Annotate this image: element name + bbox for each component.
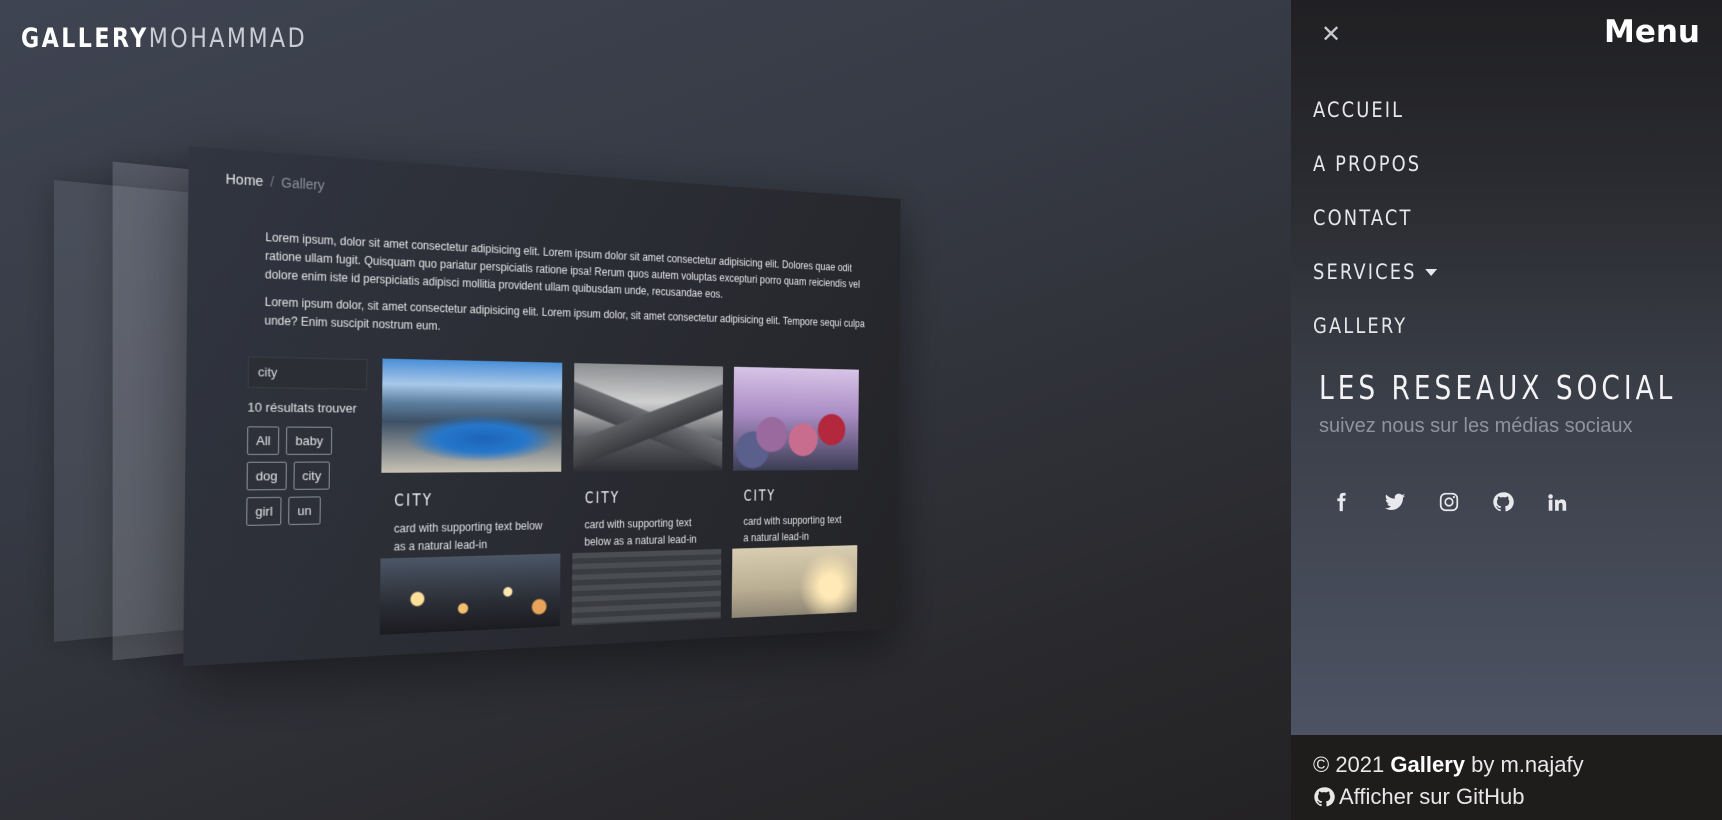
nav-item-contact[interactable]: CONTACT — [1313, 191, 1437, 245]
gallery-card[interactable]: CITY card with supporting text a natural… — [732, 366, 859, 547]
breadcrumb-current: Gallery — [281, 174, 325, 193]
footer: © 2021 Gallery by m.najafy Afficher sur … — [1291, 735, 1722, 820]
breadcrumb-separator: / — [270, 173, 275, 190]
close-icon[interactable]: ✕ — [1319, 22, 1343, 46]
card-image-matterhorn-mountain[interactable] — [573, 363, 724, 472]
nav-item-label: A PROPOS — [1313, 152, 1422, 176]
card-text: card with supporting text a natural lead… — [743, 513, 842, 545]
breadcrumb-home[interactable]: Home — [225, 171, 263, 189]
copyright-text: © 2021 — [1313, 752, 1385, 777]
nav-item-gallery[interactable]: GALLERY — [1313, 299, 1437, 353]
tag-dog[interactable]: dog — [246, 461, 287, 491]
tag-all[interactable]: All — [246, 426, 280, 455]
results-count: 10 résultats trouver — [247, 399, 357, 416]
facebook-icon[interactable] — [1329, 490, 1353, 514]
nav-item-label: GALLERY — [1313, 314, 1408, 338]
card-title: CITY — [394, 491, 434, 511]
card-image-stone-stairs-biker[interactable] — [571, 548, 722, 626]
filter-panel: city 10 résultats trouver All baby dog c… — [246, 356, 370, 526]
twitter-icon[interactable] — [1383, 490, 1407, 514]
nav-item-label: CONTACT — [1313, 206, 1413, 230]
gallery-grid: CITY card with supporting text below as … — [380, 358, 859, 557]
github-icon[interactable] — [1491, 490, 1515, 514]
social-icon-list — [1329, 490, 1569, 514]
search-input[interactable]: city — [247, 356, 368, 390]
card-title: CITY — [743, 487, 777, 506]
linkedin-icon[interactable] — [1545, 490, 1569, 514]
side-menu: ✕ Menu ACCUEIL A PROPOS CONTACT SERVICES… — [1291, 0, 1722, 735]
social-subheading: suivez nous sur les médias sociaux — [1319, 415, 1633, 437]
footer-author: by m.najafy — [1471, 752, 1584, 777]
card-text: card with supporting text below as a nat… — [393, 519, 543, 554]
gallery-card[interactable]: CITY card with supporting text below as … — [380, 358, 563, 557]
nav-item-a-propos[interactable]: A PROPOS — [1313, 137, 1437, 191]
card-image-misty-field[interactable] — [731, 545, 858, 619]
footer-copyright: © 2021 Gallery by m.najafy — [1313, 749, 1700, 781]
instagram-icon[interactable] — [1437, 490, 1461, 514]
caret-down-icon — [1425, 268, 1437, 276]
nav-item-label: SERVICES — [1313, 260, 1417, 284]
card-image-city-bokeh[interactable] — [379, 553, 561, 635]
tag-list: All baby dog city girl un — [246, 426, 370, 526]
nav-item-accueil[interactable]: ACCUEIL — [1313, 83, 1437, 137]
tag-un[interactable]: un — [288, 496, 321, 526]
card-title: CITY — [584, 489, 621, 508]
card-text: card with supporting text below as a nat… — [584, 516, 697, 549]
nav-item-label: ACCUEIL — [1313, 98, 1405, 122]
breadcrumb: Home / Gallery — [225, 171, 324, 193]
gallery-page-preview[interactable]: Home / Gallery Lorem ipsum, dolor sit amet… — [183, 146, 901, 667]
footer-brand: Gallery — [1390, 752, 1465, 777]
tag-baby[interactable]: baby — [286, 426, 332, 455]
tag-girl[interactable]: girl — [246, 496, 282, 526]
nav-item-services[interactable]: SERVICES — [1313, 245, 1437, 299]
gallery-card[interactable]: CITY card with supporting text below as … — [572, 363, 724, 551]
main-nav: ACCUEIL A PROPOS CONTACT SERVICES GALLER… — [1313, 83, 1459, 353]
footer-github-line: Afficher sur GitHub — [1313, 781, 1700, 813]
menu-title: Menu — [1603, 14, 1700, 50]
github-icon — [1314, 787, 1335, 807]
github-link[interactable]: Afficher sur GitHub — [1339, 781, 1524, 813]
card-image-frozen-berries[interactable] — [733, 366, 859, 471]
gallery-grid-row-2 — [379, 545, 858, 635]
tag-city[interactable]: city — [293, 461, 331, 490]
intro-text: Lorem ipsum, dolor sit amet consectetur … — [264, 228, 876, 356]
card-image-fjord-lake[interactable] — [381, 358, 563, 473]
page-preview-stage: Home / Gallery Lorem ipsum, dolor sit amet… — [0, 0, 1290, 820]
social-heading: LES RESEAUX SOCIAL — [1319, 368, 1677, 407]
